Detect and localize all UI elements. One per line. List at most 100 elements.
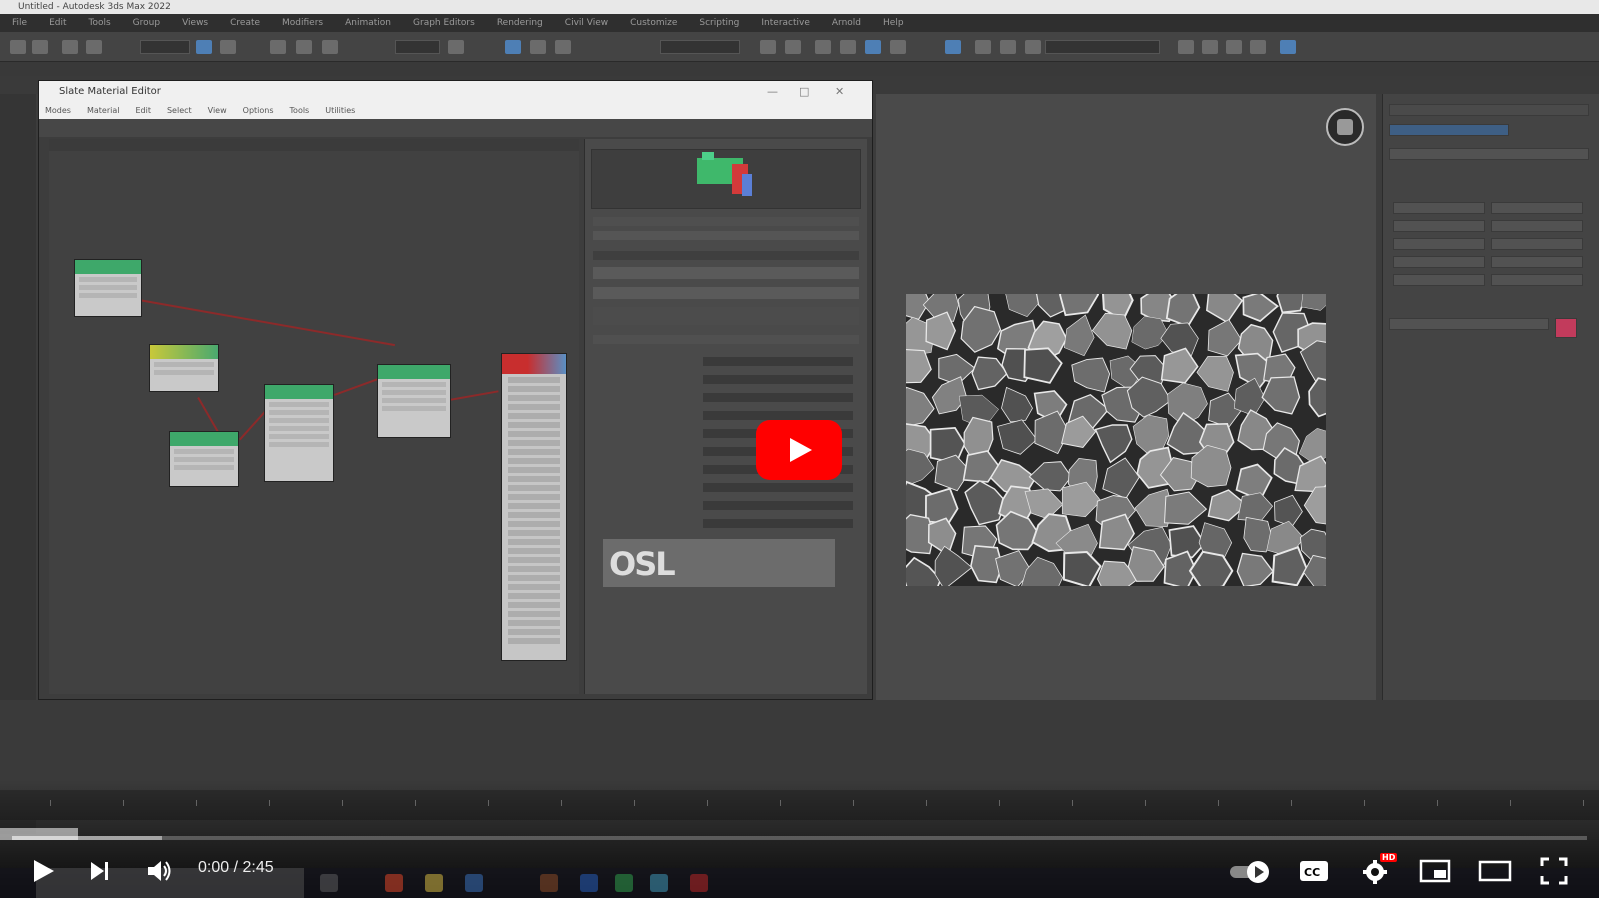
render-preset-field [1045, 40, 1160, 54]
close-icon: ✕ [835, 85, 845, 98]
rock-facet [1196, 355, 1234, 392]
node-wire [334, 376, 382, 396]
store-icon [465, 874, 483, 892]
track-bar-area [0, 700, 1599, 790]
app-menu-item: Graph Editors [413, 18, 475, 28]
param-field [703, 411, 853, 420]
fullscreen-icon[interactable] [1540, 857, 1568, 885]
node-view [49, 139, 579, 694]
rock-facet [1062, 550, 1102, 586]
undo-icon [10, 40, 26, 54]
slate-menu-item: Edit [135, 106, 151, 115]
rock-facet [1207, 319, 1243, 357]
render-setup-icon [975, 40, 991, 54]
rock-facet [1063, 314, 1095, 357]
file-explorer-icon [425, 874, 443, 892]
rock-facet [1188, 550, 1234, 586]
rock-facet [1005, 294, 1042, 318]
material-slot [508, 629, 560, 635]
next-icon[interactable] [88, 859, 112, 883]
unlink-icon [86, 40, 102, 54]
material-slot [508, 485, 560, 491]
material-slot [508, 377, 560, 383]
named-selection-field [660, 40, 740, 54]
object-button [1491, 202, 1583, 214]
material-slot [508, 521, 560, 527]
slate-menu-item: Material [86, 106, 120, 115]
reload-button [593, 287, 859, 299]
viewcube-icon [1326, 108, 1364, 146]
rock-texture-image [906, 294, 1326, 586]
main-toolbar [0, 32, 1599, 62]
map-name-row [593, 217, 859, 226]
material-slot [508, 449, 560, 455]
rock-facet [1261, 376, 1301, 415]
map-node [74, 259, 142, 317]
rock-facet [1021, 556, 1063, 586]
shader-description [593, 307, 859, 325]
object-color-swatch [1555, 318, 1577, 338]
rock-facet [1094, 424, 1133, 464]
select-scale-icon [322, 40, 338, 54]
object-button [1393, 202, 1485, 214]
rock-facet [1028, 461, 1072, 492]
rock-facet [924, 487, 959, 525]
material-slot [508, 422, 560, 428]
object-button [1491, 220, 1583, 232]
play-icon[interactable] [30, 858, 56, 884]
autoplay-toggle-icon[interactable] [1228, 858, 1274, 884]
node-header [75, 260, 141, 274]
video-player[interactable]: Untitled - Autodesk 3ds Max 2022 File Edi… [0, 0, 1599, 898]
firefox-icon [385, 874, 403, 892]
app-menu-item: Interactive [761, 18, 810, 28]
material-slot [508, 440, 560, 446]
material-slot [508, 503, 560, 509]
app-menu-item: Arnold [831, 18, 862, 28]
3dsmax-icon [650, 874, 668, 892]
app-menu-item: Civil View [564, 18, 609, 28]
miniplayer-icon[interactable] [1419, 859, 1451, 883]
node-header [170, 432, 238, 446]
material-slot [508, 386, 560, 392]
node-header [378, 365, 450, 379]
app-menu-item: Rendering [496, 18, 543, 28]
object-button [1393, 256, 1485, 268]
create-tab [1389, 124, 1509, 136]
node-header [150, 345, 218, 359]
theater-mode-icon[interactable] [1478, 859, 1512, 883]
app-menu-item: Views [182, 18, 209, 28]
app-menu-item: Group [132, 18, 161, 28]
large-play-button[interactable] [756, 420, 842, 480]
rock-facet [1303, 486, 1326, 525]
parameters-rollout [593, 335, 859, 344]
slate-menu-item: Modes [45, 106, 71, 115]
select-rotate-icon [296, 40, 312, 54]
material-slot [508, 575, 560, 581]
render-production-icon [1025, 40, 1041, 54]
progress-bar[interactable] [12, 836, 1587, 840]
material-slot [508, 611, 560, 617]
rock-facet [1071, 357, 1111, 393]
rock-facet [1206, 294, 1244, 324]
material-preview [591, 149, 861, 209]
rock-facet [906, 386, 935, 427]
rendered-rock-texture [906, 294, 1326, 586]
volume-icon[interactable] [146, 858, 174, 884]
osl-preview-swatch [697, 152, 752, 196]
map-node [264, 384, 334, 482]
app-window-title: Untitled - Autodesk 3ds Max 2022 [0, 0, 1599, 14]
rock-facet [1303, 554, 1326, 586]
object-type-rollout [1389, 148, 1589, 160]
param-field [703, 519, 853, 528]
arnold-icon [1178, 40, 1194, 54]
map-node [149, 344, 219, 392]
slate-title: Slate Material Editor [59, 86, 161, 97]
material-slot [508, 548, 560, 554]
material-slot [508, 584, 560, 590]
app-menu-item: Animation [345, 18, 392, 28]
slate-menu-item: Select [166, 106, 192, 115]
captions-icon[interactable]: CC [1299, 860, 1329, 882]
material-slot [508, 494, 560, 500]
app-menubar: File Edit Tools Group Views Create Modifiers An… [0, 14, 1599, 32]
slate-toolbar [39, 119, 872, 137]
